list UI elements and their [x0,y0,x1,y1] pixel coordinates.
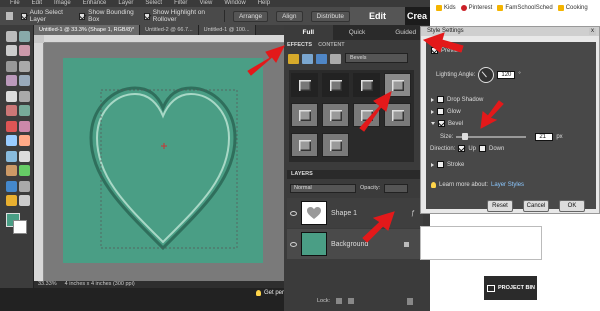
arrow-annotation [480,100,504,129]
arrow-annotation [359,91,392,132]
annotation-arrows [247,32,504,243]
arrow-annotation [362,211,395,243]
arrow-annotation [247,45,285,76]
arrow-annotation [422,32,464,53]
